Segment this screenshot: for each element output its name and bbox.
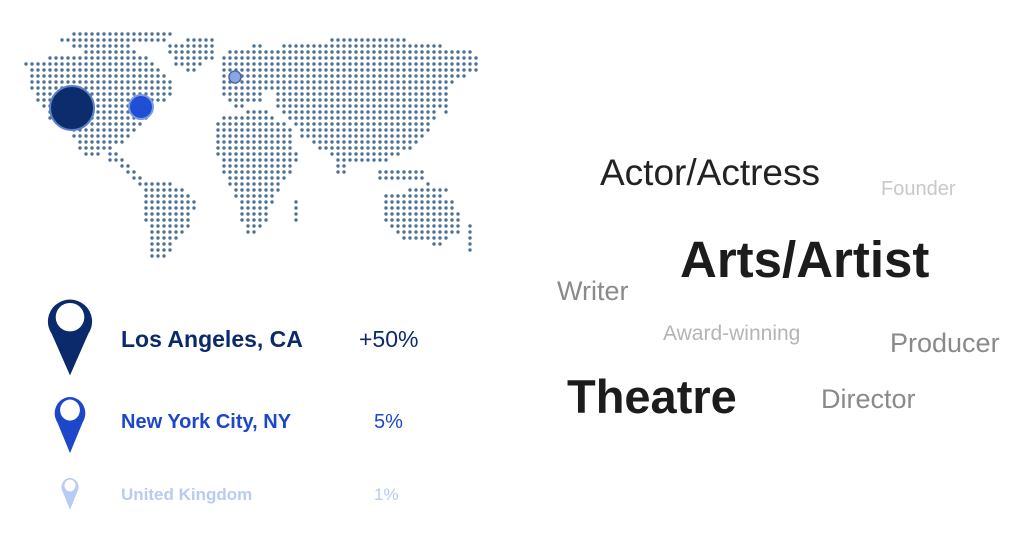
word-actor-actress[interactable]: Actor/Actress <box>600 154 820 191</box>
map-dots <box>24 32 478 258</box>
word-award-winning[interactable]: Award-winning <box>663 323 800 344</box>
word-founder[interactable]: Founder <box>881 179 956 199</box>
world-map-panel <box>0 0 500 280</box>
new-york-bubble[interactable] <box>128 94 154 120</box>
word-director[interactable]: Director <box>821 386 916 413</box>
location-name: Los Angeles, CA <box>121 326 303 352</box>
world-map <box>24 32 478 258</box>
location-row-new-york[interactable]: New York City, NY 5% <box>0 390 500 460</box>
word-producer[interactable]: Producer <box>890 330 1000 357</box>
location-percent: 5% <box>374 411 403 433</box>
map-pin-icon <box>54 397 86 454</box>
map-pin-icon <box>47 299 93 376</box>
location-name: New York City, NY <box>121 411 292 433</box>
word-writer[interactable]: Writer <box>557 278 629 305</box>
location-percent: 1% <box>374 485 399 504</box>
word-cloud: Actor/Actress Founder Arts/Artist Writer… <box>540 130 1020 430</box>
location-name: United Kingdom <box>121 485 253 504</box>
location-row-united-kingdom[interactable]: United Kingdom 1% <box>0 474 500 514</box>
map-pin-icon <box>61 478 79 510</box>
location-percent: +50% <box>359 326 419 352</box>
united-kingdom-bubble[interactable] <box>228 70 242 84</box>
word-theatre[interactable]: Theatre <box>567 373 737 420</box>
word-arts-artist[interactable]: Arts/Artist <box>680 234 929 285</box>
los-angeles-bubble[interactable] <box>49 85 95 131</box>
location-row-los-angeles[interactable]: Los Angeles, CA +50% <box>0 290 500 380</box>
